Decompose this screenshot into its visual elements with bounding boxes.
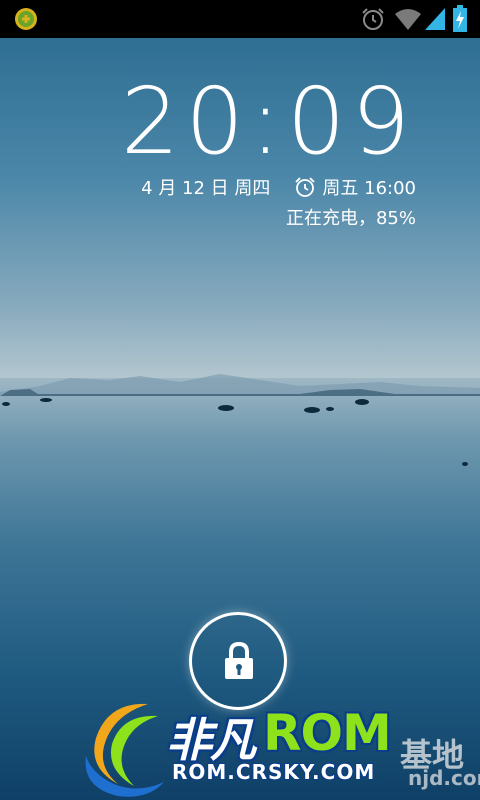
logo-url-tail: njd.com bbox=[408, 766, 480, 790]
date-alarm-row: 4 月 12 日 周四 周五 16:00 bbox=[141, 174, 416, 200]
logo-brand-rom: ROM bbox=[263, 704, 392, 762]
alarm-clock-icon bbox=[295, 177, 316, 197]
wifi-icon bbox=[395, 9, 421, 30]
notification-app-icon bbox=[15, 8, 37, 30]
lock-screen: 20:09 4 月 12 日 周四 周五 16:00 正在充电，85% 非凡 R… bbox=[0, 0, 480, 800]
battery-charging-icon bbox=[453, 5, 467, 32]
watermark-logo: 非凡 ROM 基地 ROM.CRSKY.COM njd.com bbox=[78, 696, 480, 800]
wallpaper-rocks bbox=[2, 398, 468, 466]
swirl-logo-icon bbox=[85, 703, 164, 797]
logo-url: ROM.CRSKY.COM bbox=[172, 760, 376, 784]
clock-time: 20:09 bbox=[120, 68, 416, 175]
signal-icon bbox=[425, 8, 445, 30]
date-label: 4 月 12 日 周四 bbox=[141, 178, 271, 199]
next-alarm-label: 周五 16:00 bbox=[322, 178, 416, 199]
status-bar[interactable] bbox=[0, 0, 480, 38]
lock-icon bbox=[225, 641, 253, 679]
alarm-icon bbox=[362, 8, 384, 30]
charging-status: 正在充电，85% bbox=[285, 208, 416, 229]
